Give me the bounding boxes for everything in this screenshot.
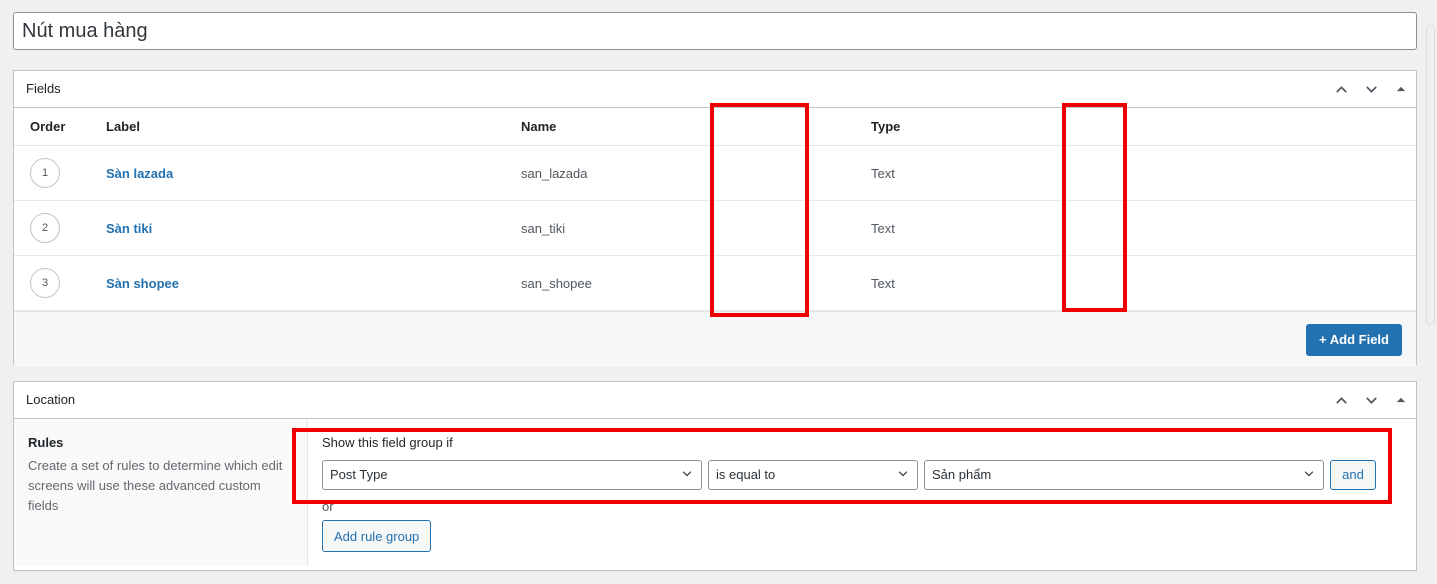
location-panel-body: Rules Create a set of rules to determine…	[14, 419, 1416, 567]
rules-description-column: Rules Create a set of rules to determine…	[14, 419, 308, 567]
rules-editor-column: Show this field group if Post Type is eq…	[308, 419, 1416, 567]
field-spacer-cell	[1181, 145, 1416, 201]
fields-table-header-row: Order Label Name Type	[14, 108, 1416, 146]
field-label-link[interactable]: Sàn lazada	[106, 166, 173, 181]
field-name-cell: san_lazada	[521, 145, 871, 201]
fields-panel-handle-actions	[1326, 71, 1416, 107]
rule-operator-select-wrapper: is equal to	[708, 459, 918, 490]
field-order-cell: 1	[14, 145, 106, 201]
order-badge[interactable]: 3	[30, 268, 60, 298]
field-label-cell: Sàn shopee	[106, 255, 521, 311]
field-name-cell: san_tiki	[521, 200, 871, 256]
page-scrollbar-thumb[interactable]	[1426, 25, 1435, 325]
rule-value-select[interactable]: Sản phẩm	[924, 459, 1324, 490]
field-label-cell: Sàn lazada	[106, 145, 521, 201]
rules-heading: Rules	[28, 435, 64, 450]
location-rule-row: Post Type is equal to Sản phẩm and	[322, 459, 1402, 490]
rule-operator-select[interactable]: is equal to	[708, 459, 918, 490]
field-spacer-cell	[1181, 200, 1416, 256]
fields-panel-title: Fields	[26, 80, 61, 96]
fields-panel: Fields Order Label Name Type 1 Sàn lazad…	[13, 70, 1417, 367]
field-label-cell: Sàn tiki	[106, 200, 521, 256]
field-order-cell: 2	[14, 200, 106, 256]
field-order-cell: 3	[14, 255, 106, 311]
field-label-link[interactable]: Sàn shopee	[106, 276, 179, 291]
triangle-up-icon[interactable]	[1386, 382, 1416, 418]
chevron-up-icon[interactable]	[1326, 382, 1356, 418]
location-panel-title: Location	[26, 391, 76, 407]
add-field-button[interactable]: + Add Field	[1306, 323, 1402, 356]
location-panel-handle-actions	[1326, 382, 1416, 418]
rules-description: Create a set of rules to determine which…	[28, 457, 283, 514]
field-type-cell: Text	[871, 200, 1181, 256]
column-header-label: Label	[106, 108, 521, 146]
table-row[interactable]: 3 Sàn shopee san_shopee Text	[14, 255, 1416, 311]
field-type-cell: Text	[871, 145, 1181, 201]
chevron-down-icon[interactable]	[1356, 71, 1386, 107]
rule-param-select-wrapper: Post Type	[322, 459, 702, 490]
or-separator-label: or	[322, 498, 334, 514]
table-row[interactable]: 1 Sàn lazada san_lazada Text	[14, 145, 1416, 201]
fields-table-head: Order Label Name Type	[14, 108, 1416, 146]
chevron-down-icon[interactable]	[1356, 382, 1386, 418]
rule-value-select-wrapper: Sản phẩm	[924, 459, 1324, 490]
order-badge[interactable]: 2	[30, 213, 60, 243]
field-label-link[interactable]: Sàn tiki	[106, 221, 152, 236]
chevron-up-icon[interactable]	[1326, 71, 1356, 107]
field-group-title-input[interactable]	[13, 12, 1417, 50]
post-title-wrapper	[13, 12, 1417, 50]
location-panel: Location Rules Create a set of rules to …	[13, 381, 1417, 571]
column-header-type: Type	[871, 108, 1181, 146]
add-rule-group-button[interactable]: Add rule group	[322, 520, 432, 553]
add-and-rule-button[interactable]: and	[1330, 459, 1376, 490]
field-type-cell: Text	[871, 255, 1181, 311]
field-spacer-cell	[1181, 255, 1416, 311]
rule-param-select[interactable]: Post Type	[322, 459, 702, 490]
field-name-cell: san_shopee	[521, 255, 871, 311]
fields-table-body: 1 Sàn lazada san_lazada Text 2 Sàn tiki …	[14, 145, 1416, 311]
show-field-group-if-label: Show this field group if	[322, 435, 453, 450]
triangle-up-icon[interactable]	[1386, 71, 1416, 107]
column-header-spacer	[1181, 108, 1416, 146]
order-badge[interactable]: 1	[30, 158, 60, 188]
fields-panel-footer: + Add Field	[14, 311, 1416, 367]
page-scrollbar-track[interactable]	[1422, 0, 1437, 584]
table-row[interactable]: 2 Sàn tiki san_tiki Text	[14, 200, 1416, 256]
location-panel-header: Location	[14, 382, 1416, 419]
column-header-order: Order	[14, 108, 106, 146]
fields-table: Order Label Name Type 1 Sàn lazada san_l…	[14, 108, 1416, 311]
column-header-name: Name	[521, 108, 871, 146]
fields-panel-header: Fields	[14, 71, 1416, 108]
